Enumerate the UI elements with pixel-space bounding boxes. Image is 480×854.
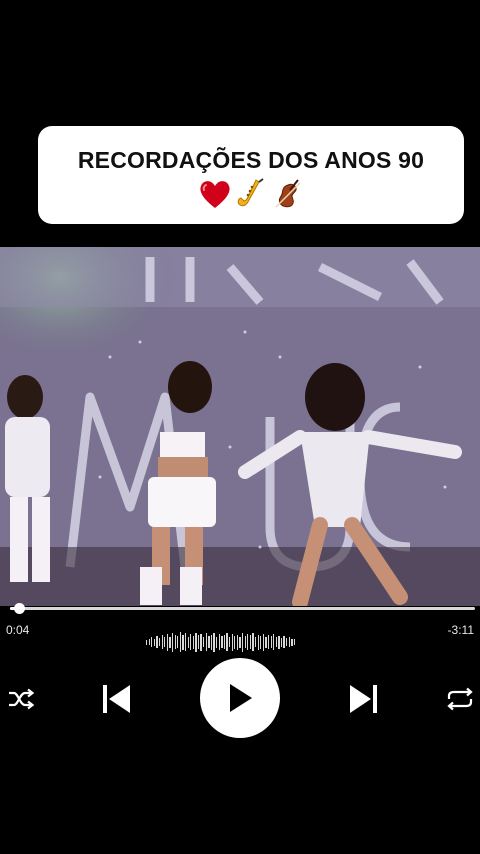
waveform-bar <box>184 633 187 651</box>
waveform-bar <box>146 639 148 645</box>
waveform-bar <box>262 633 265 651</box>
remaining-time: -3:11 <box>447 623 474 637</box>
waveform-bar <box>265 636 267 648</box>
waveform-bar <box>164 637 166 647</box>
play-button[interactable] <box>200 658 280 738</box>
waveform-bar <box>291 638 293 646</box>
waveform-bar <box>200 633 202 651</box>
waveform-bar <box>161 635 163 649</box>
waveform-bar <box>273 634 275 650</box>
skip-previous-icon <box>103 685 130 713</box>
waveform-bar <box>249 635 252 649</box>
waveform-bar <box>280 637 283 647</box>
play-icon <box>230 684 252 712</box>
progress-thumb[interactable] <box>13 603 25 614</box>
waveform-bar <box>252 633 254 651</box>
waveform-bar <box>254 637 257 647</box>
waveform-bar <box>151 637 153 647</box>
waveform-bar <box>197 635 200 649</box>
elapsed-time: 0:04 <box>6 623 30 637</box>
waveform-bar <box>192 635 194 649</box>
waveform-bar <box>190 634 192 650</box>
waveform-bar <box>208 636 210 648</box>
waveform-bar <box>293 639 296 645</box>
waveform-bar <box>213 632 215 652</box>
title-card: RECORDAÇÕES DOS ANOS 90 <box>38 126 464 224</box>
skip-next-icon <box>350 685 377 713</box>
shuffle-icon <box>9 688 35 710</box>
waveform-bar <box>229 637 231 647</box>
waveform-bar <box>247 634 249 650</box>
waveform-bar <box>216 636 218 648</box>
waveform-bar <box>153 638 156 646</box>
waveform-bar <box>275 637 277 647</box>
waveform-bar <box>260 635 262 649</box>
stage-scene <box>0 247 480 606</box>
waveform-bar <box>169 636 171 648</box>
waveform-bar <box>278 635 280 649</box>
waveform-bar <box>210 634 213 650</box>
audio-waveform <box>146 631 336 653</box>
repeat-icon <box>447 687 473 711</box>
waveform-bar <box>187 636 189 648</box>
saxophone-emoji <box>237 178 264 207</box>
waveform-bar <box>182 634 184 650</box>
waveform-bar <box>203 637 205 647</box>
shuffle-button[interactable] <box>6 686 36 712</box>
waveform-bar <box>195 632 197 652</box>
waveform-bar <box>221 636 223 648</box>
waveform-bar <box>158 638 161 646</box>
waveform-bar <box>286 638 288 646</box>
waveform-bar <box>148 639 150 645</box>
progress-track[interactable] <box>10 607 475 610</box>
waveform-bar <box>267 635 270 649</box>
waveform-bar <box>171 632 174 652</box>
waveform-bar <box>179 632 182 652</box>
waveform-bar <box>218 634 220 650</box>
waveform-bar <box>226 633 228 651</box>
waveform-bar <box>244 636 246 648</box>
waveform-bar <box>174 635 176 649</box>
next-button[interactable] <box>346 681 382 717</box>
repeat-button[interactable] <box>444 684 476 714</box>
waveform-bar <box>156 636 158 648</box>
waveform-bar <box>288 637 290 647</box>
waveform-bar <box>283 636 285 648</box>
waveform-bar <box>234 635 236 649</box>
waveform-bar <box>241 632 244 652</box>
waveform-bar <box>231 633 233 651</box>
previous-button[interactable] <box>98 681 134 717</box>
title-text: RECORDAÇÕES DOS ANOS 90 <box>77 147 425 173</box>
waveform-bar <box>223 635 226 649</box>
video-frame[interactable] <box>0 247 480 606</box>
waveform-bar <box>205 633 207 651</box>
waveform-bar <box>166 633 169 651</box>
red-heart-emoji <box>200 181 230 208</box>
waveform-bar <box>239 636 241 648</box>
violin-emoji <box>275 179 301 208</box>
emoji-row <box>38 176 464 212</box>
waveform-bar <box>177 636 179 648</box>
waveform-bar <box>270 636 272 648</box>
waveform-bar <box>236 634 239 650</box>
waveform-bar <box>257 634 259 650</box>
